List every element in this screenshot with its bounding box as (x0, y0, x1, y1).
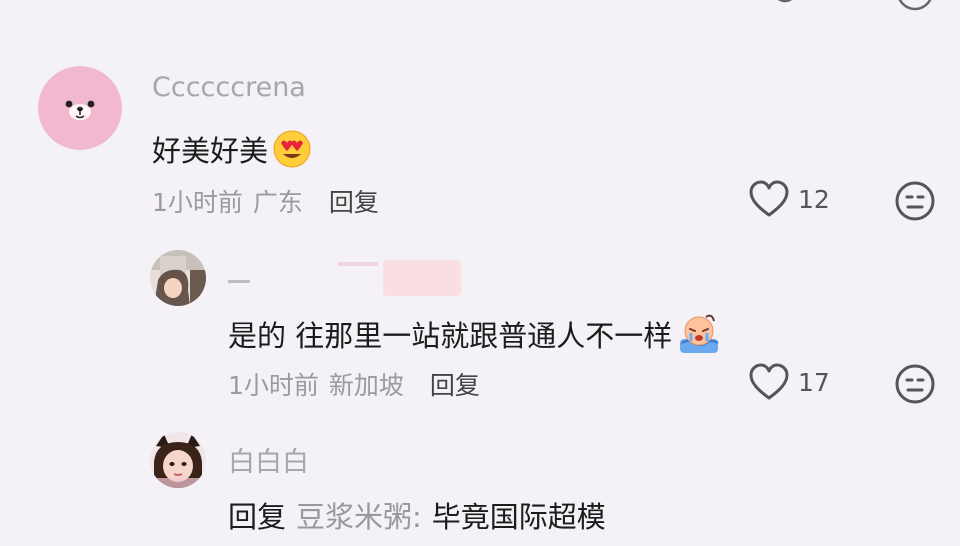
crying-emoji-icon (676, 313, 722, 355)
reply-prefix: 回复 (228, 500, 287, 534)
comment-meta: 1小时前 广东 回复 (152, 183, 379, 219)
reply-time: 1小时前 (228, 371, 319, 400)
reply-text-content: 是的 往那里一站就跟普通人不一样 (228, 319, 673, 353)
reply-location: 新加坡 (328, 371, 404, 400)
reply-button[interactable]: 回复 (329, 183, 379, 219)
reply-text: 是的 往那里一站就跟普通人不一样 (228, 313, 722, 355)
comment-text-content: 好美好美 (152, 134, 269, 168)
comment-text: 好美好美 (152, 128, 312, 170)
dislike-face-icon (895, 364, 935, 404)
dislike-face-icon (895, 181, 935, 221)
reply-text: 回复 豆浆米粥: 毕竟国际超模 (228, 494, 606, 536)
avatar[interactable] (38, 66, 122, 150)
like-heart-icon (749, 180, 789, 217)
like-button[interactable]: 12 (748, 180, 830, 218)
avatar[interactable] (150, 432, 206, 488)
like-heart-icon (749, 363, 789, 400)
dislike-button[interactable] (894, 180, 936, 222)
reply-text-content: 毕竟国际超模 (431, 500, 606, 534)
blurred-username (228, 258, 468, 298)
comment-username[interactable]: Ccccccrena (152, 72, 306, 103)
reply-meta: 1小时前 新加坡 回复 (228, 366, 480, 402)
like-count: 12 (798, 184, 830, 214)
avatar[interactable] (150, 250, 206, 306)
like-count: 17 (798, 367, 830, 397)
top-cutoff-icons (0, 0, 960, 12)
reply-target-username[interactable]: 豆浆米粥: (296, 494, 422, 536)
comment-time: 1小时前 (152, 188, 243, 217)
reply-username[interactable]: 白白白 (228, 440, 309, 479)
heart-eyes-emoji-icon (272, 129, 312, 169)
comment-location: 广东 (252, 188, 303, 217)
like-button[interactable]: 17 (748, 363, 830, 401)
reply-button[interactable]: 回复 (430, 366, 480, 402)
dislike-button[interactable] (894, 363, 936, 405)
